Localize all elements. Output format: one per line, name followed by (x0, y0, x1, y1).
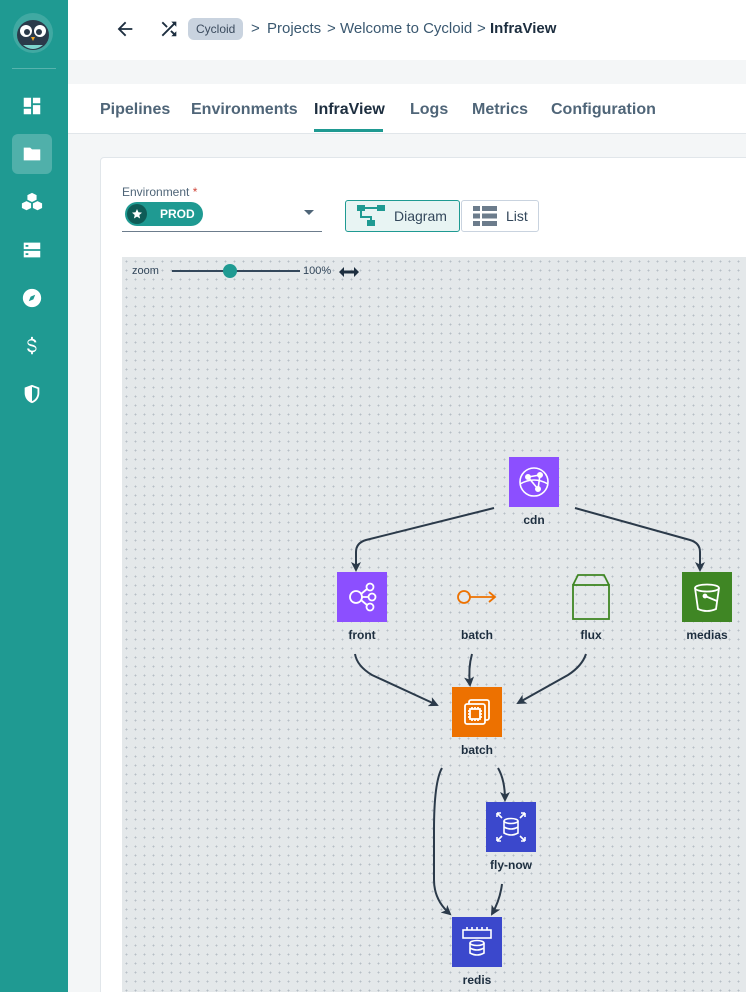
node-front[interactable]: front (327, 572, 397, 642)
cloudfront-icon (509, 457, 559, 507)
node-flux[interactable]: flux (556, 572, 626, 642)
ec2-instance-icon (452, 687, 502, 737)
node-label: batch (460, 628, 493, 642)
chevron-down-icon[interactable] (304, 210, 314, 215)
active-tab-indicator (314, 129, 383, 132)
dashboard-icon (23, 97, 41, 115)
cubes-icon (21, 192, 43, 211)
owl-logo[interactable] (11, 11, 55, 55)
diagram-view-button[interactable]: Diagram (345, 200, 460, 232)
star-icon (127, 204, 147, 224)
node-batch-eip[interactable]: batch (442, 572, 512, 642)
shield-icon (24, 384, 40, 404)
dollar-icon (27, 336, 37, 355)
list-icon (473, 206, 497, 226)
environment-label: Environment * (122, 185, 197, 199)
breadcrumb-projects[interactable]: Projects (267, 19, 321, 39)
node-label: batch (460, 743, 493, 757)
environment-value: PROD (160, 207, 195, 221)
zoom-label: zoom (132, 265, 159, 277)
node-label: flux (580, 628, 602, 642)
sidebar (0, 0, 68, 992)
node-cdn[interactable]: cdn (499, 457, 569, 527)
diagram-canvas[interactable] (122, 257, 746, 992)
sidebar-item-projects[interactable] (12, 134, 52, 174)
tab-logs[interactable]: Logs (410, 100, 448, 120)
breadcrumb-current: InfraView (490, 20, 557, 37)
back-arrow-icon[interactable] (114, 18, 136, 40)
zoom-value: 100% (303, 265, 332, 277)
node-label: front (348, 628, 376, 642)
database-icon (486, 802, 536, 852)
list-view-label: List (506, 208, 528, 224)
breadcrumb-chevron-icon: > (477, 20, 486, 37)
fit-width-icon[interactable] (338, 265, 360, 279)
elasticache-icon (452, 917, 502, 967)
diagram-view-label: Diagram (394, 208, 447, 224)
sidebar-item-explore[interactable] (12, 278, 52, 318)
zoom-slider-thumb[interactable] (222, 264, 237, 278)
shuffle-icon[interactable] (158, 18, 180, 40)
sidebar-item-infrastructure[interactable] (12, 230, 52, 270)
node-label: cdn (523, 513, 545, 527)
node-medias[interactable]: medias (672, 572, 742, 642)
tab-metrics[interactable]: Metrics (472, 100, 528, 120)
required-mark: * (192, 185, 198, 199)
elastic-ip-icon (452, 572, 502, 622)
tab-environments[interactable]: Environments (191, 100, 298, 120)
tab-configuration[interactable]: Configuration (551, 100, 656, 120)
tab-pipelines[interactable]: Pipelines (100, 100, 170, 120)
sidebar-divider (12, 68, 56, 69)
node-label: medias (686, 628, 728, 642)
tab-infraview[interactable]: InfraView (314, 100, 385, 120)
sidebar-item-dashboard[interactable] (12, 86, 52, 126)
node-fly-now[interactable]: fly-now (476, 802, 546, 872)
environment-label-text: Environment (122, 185, 190, 199)
sidebar-item-cost[interactable] (12, 326, 52, 366)
load-balancer-icon (337, 572, 387, 622)
list-view-button[interactable]: List (461, 200, 539, 232)
sidebar-item-security[interactable] (12, 374, 52, 414)
node-batch[interactable]: batch (442, 687, 512, 757)
folder-icon (23, 147, 41, 161)
breadcrumb-chevron-icon: > (327, 20, 336, 37)
s3-bucket-icon (682, 572, 732, 622)
node-label: fly-now (490, 858, 532, 872)
compass-icon (22, 288, 42, 308)
node-label: redis (462, 973, 492, 987)
breadcrumb-chevron-icon: > (251, 20, 260, 37)
package-icon (566, 572, 616, 622)
sidebar-item-stacks[interactable] (12, 182, 52, 222)
diagram-icon (357, 205, 385, 226)
organization-badge[interactable]: Cycloid (188, 18, 244, 40)
server-icon (23, 242, 41, 258)
node-redis[interactable]: redis (442, 917, 512, 987)
breadcrumb-project[interactable]: Welcome to Cycloid (340, 19, 472, 39)
